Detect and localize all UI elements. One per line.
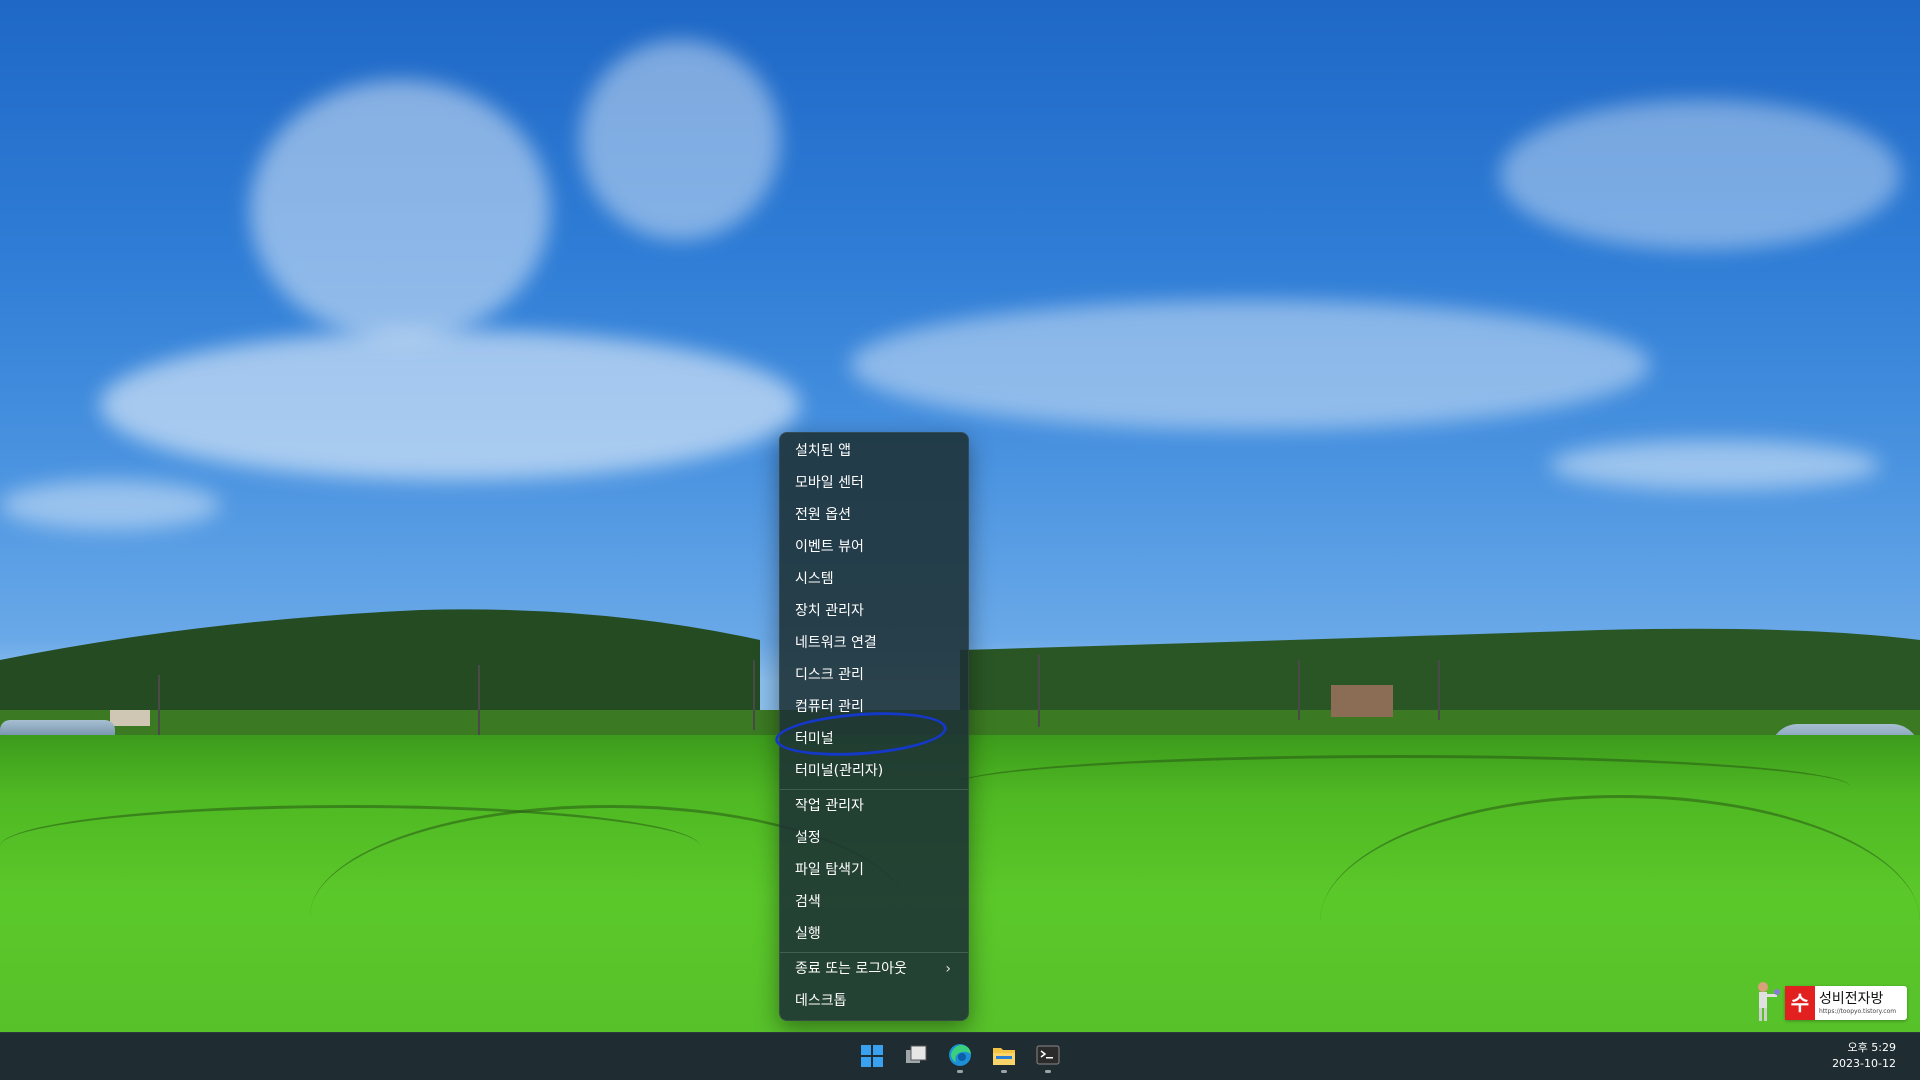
taskbar: 오후 5:29 2023-10-12 (0, 1032, 1920, 1080)
blog-watermark: 수 성비전자방 https://toopyo.tistory.com (1745, 980, 1910, 1022)
menu-item-label: 파일 탐색기 (795, 862, 864, 878)
menu-item-label: 장치 관리자 (795, 603, 864, 619)
menu-item-label: 네트워크 연결 (795, 635, 877, 651)
menu-item-label: 데스크톱 (795, 993, 847, 1009)
mascot-figure-icon (1758, 982, 1780, 1021)
cloud (580, 40, 780, 240)
building (1331, 685, 1393, 717)
utility-pole (1298, 660, 1300, 720)
menu-item-label: 설치된 앱 (795, 443, 851, 459)
menu-item-label: 터미널(관리자) (795, 763, 884, 779)
building (110, 710, 150, 726)
start-button[interactable] (852, 1037, 892, 1075)
menu-item-disk-management[interactable]: 디스크 관리 (785, 660, 963, 690)
menu-item-power-options[interactable]: 전원 옵션 (785, 500, 963, 530)
chevron-right-icon: › (945, 961, 951, 977)
running-indicator (1045, 1070, 1051, 1073)
menu-item-label: 실행 (795, 926, 821, 942)
menu-item-label: 전원 옵션 (795, 507, 851, 523)
menu-item-device-manager[interactable]: 장치 관리자 (785, 596, 963, 626)
menu-item-run[interactable]: 실행 (785, 919, 963, 949)
menu-item-shutdown-signout[interactable]: 종료 또는 로그아웃 › (785, 954, 963, 984)
clock-time: 오후 5:29 (1847, 1041, 1896, 1054)
menu-separator (780, 952, 968, 953)
task-view-button[interactable] (896, 1037, 936, 1075)
menu-item-task-manager[interactable]: 작업 관리자 (785, 791, 963, 821)
menu-item-network-connections[interactable]: 네트워크 연결 (785, 628, 963, 658)
watermark-url: https://toopyo.tistory.com (1819, 1008, 1897, 1015)
cloud (1500, 100, 1900, 250)
menu-item-label: 검색 (795, 894, 821, 910)
windows-start-icon (861, 1045, 883, 1067)
cloud (100, 330, 800, 480)
utility-pole (478, 665, 480, 740)
utility-pole (753, 660, 755, 730)
cloud (0, 480, 220, 530)
menu-item-settings[interactable]: 설정 (785, 823, 963, 853)
menu-item-label: 모바일 센터 (795, 475, 864, 491)
cloud (250, 80, 550, 340)
running-indicator (1001, 1070, 1007, 1073)
menu-item-label: 디스크 관리 (795, 667, 864, 683)
menu-item-label: 시스템 (795, 571, 834, 587)
menu-item-installed-apps[interactable]: 설치된 앱 (785, 436, 963, 466)
system-clock[interactable]: 오후 5:29 2023-10-12 (1832, 1040, 1896, 1072)
file-explorer-taskbar-button[interactable] (984, 1037, 1024, 1075)
cloud (850, 300, 1650, 430)
menu-separator (780, 789, 968, 790)
cloud (1550, 440, 1880, 490)
utility-pole (1038, 655, 1040, 727)
menu-item-label: 종료 또는 로그아웃 (795, 961, 907, 977)
menu-item-event-viewer[interactable]: 이벤트 뷰어 (785, 532, 963, 562)
menu-item-mobility-center[interactable]: 모바일 센터 (785, 468, 963, 498)
menu-item-system[interactable]: 시스템 (785, 564, 963, 594)
watermark-name: 성비전자방 (1819, 991, 1884, 1007)
watermark-logo: 수 (1785, 986, 1815, 1020)
clock-date: 2023-10-12 (1832, 1057, 1896, 1070)
task-view-icon (906, 1045, 927, 1063)
menu-item-search[interactable]: 검색 (785, 887, 963, 917)
menu-item-label: 이벤트 뷰어 (795, 539, 864, 555)
running-indicator (957, 1070, 963, 1073)
menu-item-label: 설정 (795, 830, 821, 846)
menu-item-label: 작업 관리자 (795, 798, 864, 814)
menu-item-file-explorer[interactable]: 파일 탐색기 (785, 855, 963, 885)
terminal-taskbar-button[interactable] (1028, 1037, 1068, 1075)
utility-pole (1438, 660, 1440, 720)
menu-item-desktop[interactable]: 데스크톱 (785, 986, 963, 1016)
field-ridge (950, 755, 1850, 818)
menu-item-terminal-admin[interactable]: 터미널(관리자) (785, 756, 963, 786)
edge-taskbar-button[interactable] (940, 1037, 980, 1075)
